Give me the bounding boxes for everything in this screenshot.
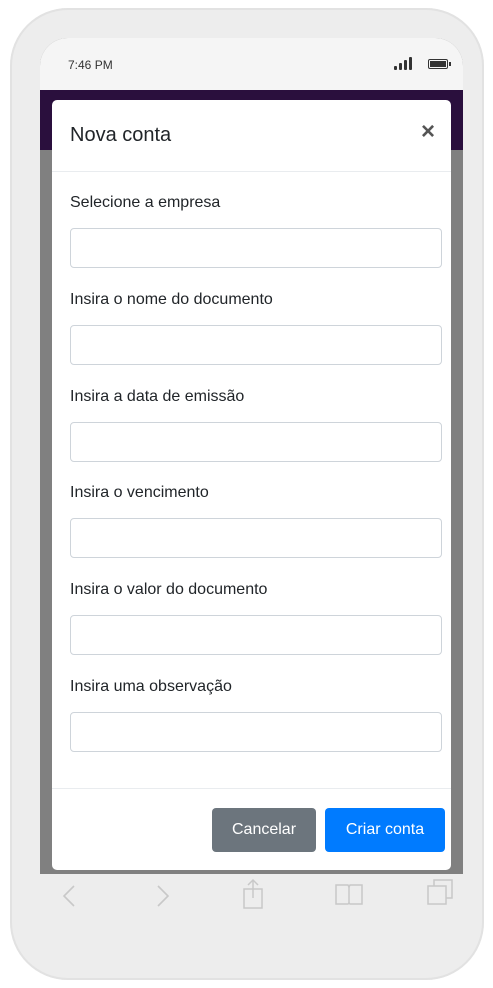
document-name-field-group: Insira o nome do documento — [70, 291, 444, 365]
document-name-input[interactable] — [70, 325, 442, 365]
modal-title: Nova conta — [70, 124, 172, 146]
forward-icon[interactable] — [156, 884, 170, 908]
browser-toolbar — [40, 874, 463, 920]
modal-header: Nova conta × — [52, 100, 451, 172]
close-icon[interactable]: × — [421, 118, 435, 146]
phone-screen: 7:46 PM Nova conta × Selecione a empresa… — [40, 38, 463, 874]
due-date-input[interactable] — [70, 518, 442, 558]
cancel-button[interactable]: Cancelar — [212, 808, 316, 852]
company-select[interactable] — [70, 228, 442, 268]
tabs-icon[interactable] — [426, 878, 456, 908]
company-label: Selecione a empresa — [70, 194, 221, 211]
modal-footer: Cancelar Criar conta — [52, 788, 451, 871]
bookmarks-icon[interactable] — [334, 882, 364, 906]
document-value-label: Insira o valor do documento — [70, 581, 268, 598]
status-time: 7:46 PM — [68, 58, 113, 72]
status-bar: 7:46 PM — [40, 38, 463, 90]
battery-icon — [428, 59, 451, 69]
observation-label: Insira uma observação — [70, 678, 232, 695]
share-icon[interactable] — [242, 878, 264, 910]
create-account-button[interactable]: Criar conta — [325, 808, 445, 852]
document-name-label: Insira o nome do documento — [70, 291, 273, 308]
observation-field-group: Insira uma observação — [70, 678, 444, 752]
due-date-label: Insira o vencimento — [70, 484, 209, 501]
document-value-field-group: Insira o valor do documento — [70, 581, 444, 655]
company-field-group: Selecione a empresa — [70, 194, 444, 268]
document-value-input[interactable] — [70, 615, 442, 655]
issue-date-label: Insira a data de emissão — [70, 388, 245, 405]
observation-input[interactable] — [70, 712, 442, 752]
issue-date-input[interactable] — [70, 422, 442, 462]
signal-icon — [394, 56, 420, 70]
new-account-modal: Nova conta × Selecione a empresa Insira … — [52, 100, 451, 870]
issue-date-field-group: Insira a data de emissão — [70, 388, 444, 462]
back-icon[interactable] — [62, 884, 76, 908]
due-date-field-group: Insira o vencimento — [70, 484, 444, 558]
